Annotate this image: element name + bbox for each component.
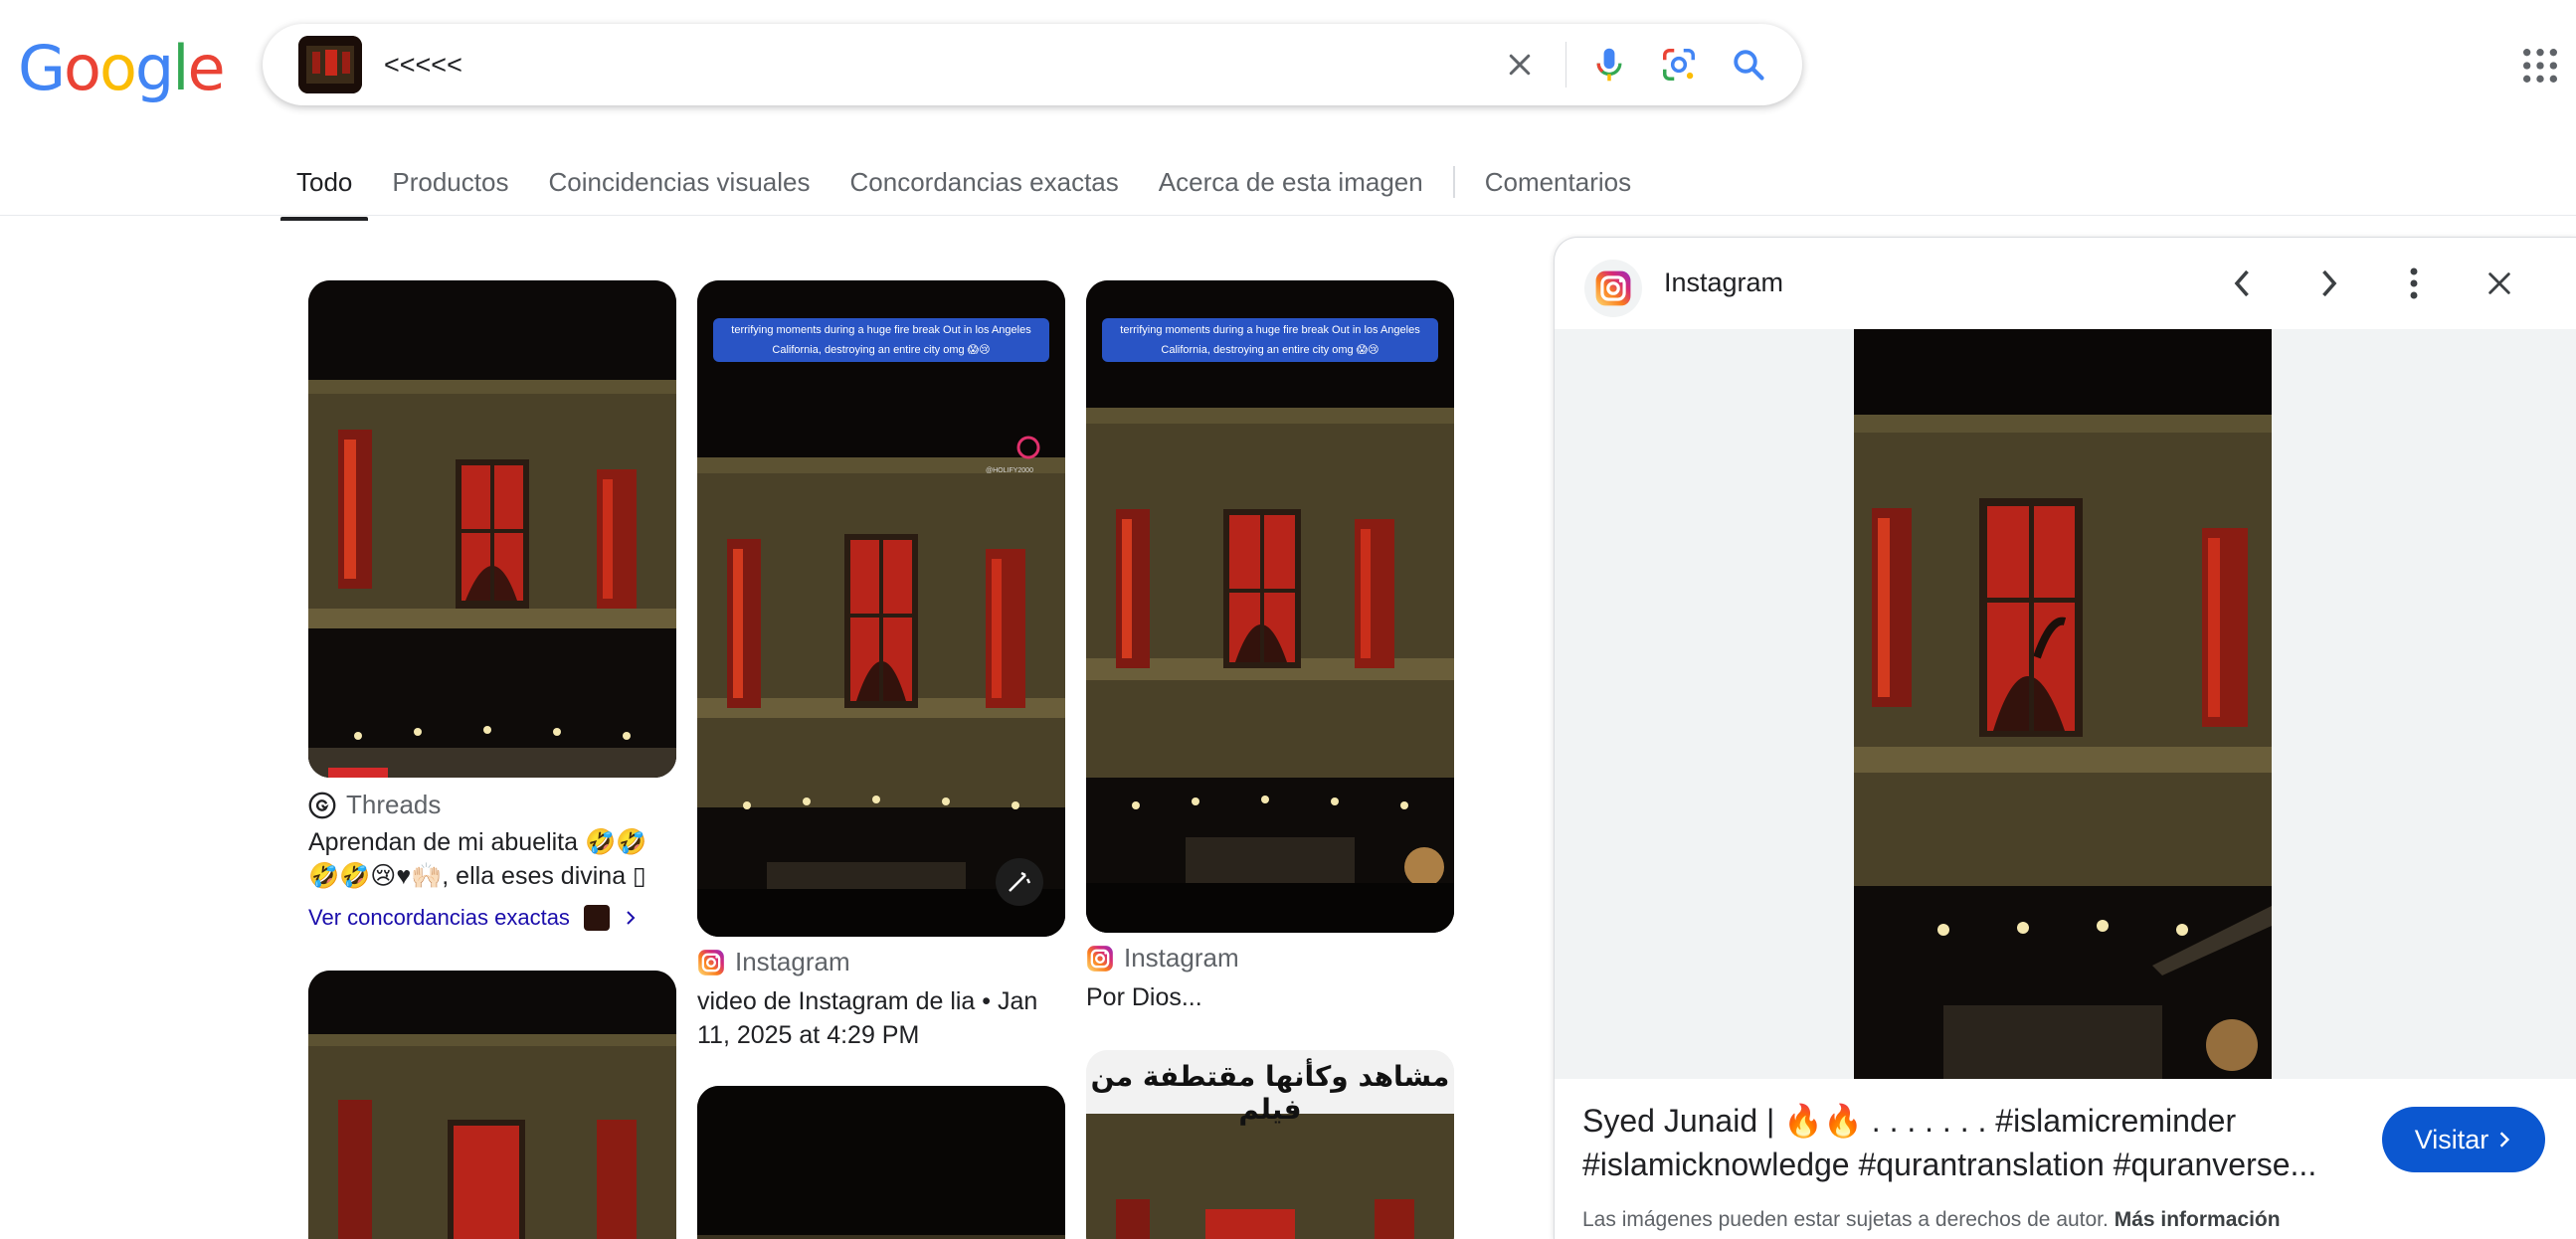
header-divider: [0, 215, 2576, 216]
search-image-thumbnail[interactable]: [298, 36, 362, 93]
chevron-right-icon: [627, 911, 636, 925]
copyright-notice: Las imágenes pueden estar sujetas a dere…: [1582, 1208, 2281, 1232]
google-lens-icon[interactable]: [1658, 44, 1700, 86]
chevron-right-icon: [2322, 269, 2337, 297]
threads-icon: [308, 792, 336, 818]
result-description[interactable]: Por Dios...: [1086, 980, 1454, 1014]
exact-match-thumbnail: [583, 905, 610, 931]
search-bar[interactable]: <<<<<: [263, 24, 1802, 105]
exact-matches-label: Ver concordancias exactas: [308, 905, 570, 930]
search-divider: [1565, 42, 1566, 88]
panel-result-title[interactable]: Syed Junaid | 🔥🔥 . . . . . . . #islamicr…: [1582, 1099, 2338, 1186]
chevron-right-icon: [2500, 1132, 2510, 1148]
video-overlay-caption: terrifying moments during a huge fire br…: [1120, 324, 1420, 336]
tab-todo[interactable]: Todo: [279, 167, 369, 221]
result-image[interactable]: terrifying moments during a huge fire br…: [1086, 280, 1454, 933]
close-panel-button[interactable]: [2478, 262, 2521, 305]
microphone-icon[interactable]: [1588, 44, 1630, 86]
video-overlay-caption: California, destroying an entire city om…: [772, 344, 991, 356]
search-query[interactable]: <<<<<: [384, 50, 462, 81]
result-image[interactable]: [308, 971, 676, 1239]
result-source-name: Threads: [346, 790, 442, 819]
tab-productos[interactable]: Productos: [392, 167, 508, 198]
more-options-button[interactable]: [2392, 262, 2436, 305]
result-source[interactable]: Instagram: [1086, 943, 1239, 974]
tab-concordancias-exactas[interactable]: Concordancias exactas: [850, 167, 1119, 198]
more-info-link[interactable]: Más información: [2115, 1208, 2281, 1231]
tab-coincidencias-visuales[interactable]: Coincidencias visuales: [548, 167, 810, 198]
result-source-name: Instagram: [1124, 943, 1239, 973]
panel-preview-image[interactable]: [1854, 329, 2272, 1079]
video-watermark: @HOLIFY2000: [986, 467, 1033, 474]
close-icon[interactable]: [1499, 44, 1541, 86]
search-icon[interactable]: [1728, 44, 1769, 86]
instagram-icon: [1595, 270, 1631, 306]
google-logo[interactable]: Google: [18, 32, 226, 104]
visit-button[interactable]: Visitar: [2382, 1107, 2545, 1172]
tab-comentarios[interactable]: Comentarios: [1485, 167, 1631, 198]
result-source[interactable]: Threads: [308, 790, 441, 820]
result-image[interactable]: terrifying moments during a huge fire br…: [697, 280, 1065, 937]
result-image[interactable]: [697, 1086, 1065, 1239]
logo-letter: G: [18, 32, 66, 104]
panel-preview-media: [1555, 329, 2576, 1079]
result-image[interactable]: [308, 280, 676, 778]
result-source-name: Instagram: [735, 947, 850, 976]
result-source[interactable]: Instagram: [697, 947, 850, 977]
instagram-icon: [698, 949, 724, 975]
panel-header: Instagram: [1555, 238, 2576, 329]
tab-acerca-de-esta-imagen[interactable]: Acerca de esta imagen: [1159, 167, 1423, 198]
instagram-icon: [1087, 945, 1113, 972]
visit-button-label: Visitar: [2414, 1124, 2489, 1154]
logo-letter: o: [64, 32, 101, 104]
result-description[interactable]: Aprendan de mi abuelita 🤣🤣🤣🤣😢♥🙌🏻, ella e…: [308, 825, 676, 895]
logo-letter: o: [98, 32, 137, 104]
tab-divider: [1452, 166, 1455, 198]
panel-source-name[interactable]: Instagram: [1664, 267, 1783, 298]
chevron-left-icon: [2234, 269, 2249, 297]
logo-letter: g: [134, 32, 174, 104]
video-overlay-caption: California, destroying an entire city om…: [1161, 344, 1380, 356]
more-vert-icon: [2410, 267, 2418, 299]
result-image[interactable]: مشاهد وكأنها مقتطفة من فيلم: [1086, 1050, 1454, 1239]
logo-letter: l: [172, 32, 189, 104]
apps-grid-icon[interactable]: [2520, 46, 2560, 86]
next-result-button[interactable]: [2306, 262, 2350, 305]
exact-matches-link[interactable]: Ver concordancias exactas: [308, 905, 638, 931]
preview-panel: Instagram Syed Junaid | 🔥🔥 . . . . . . .…: [1554, 237, 2576, 1239]
previous-result-button[interactable]: [2221, 262, 2265, 305]
close-icon: [2488, 272, 2510, 294]
results-tabs: Todo Productos Coincidencias visuales Co…: [279, 159, 1671, 221]
logo-letter: e: [187, 32, 226, 104]
result-description[interactable]: video de Instagram de lia • Jan 11, 2025…: [697, 984, 1065, 1052]
video-overlay-caption: terrifying moments during a huge fire br…: [731, 324, 1031, 336]
copyright-text: Las imágenes pueden estar sujetas a dere…: [1582, 1208, 2109, 1231]
panel-source-logo[interactable]: [1584, 260, 1642, 317]
arabic-caption: مشاهد وكأنها مقتطفة من فيلم: [1090, 1060, 1450, 1126]
